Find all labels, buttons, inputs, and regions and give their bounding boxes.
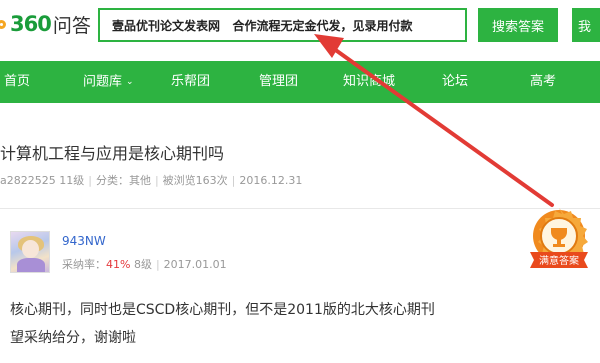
avatar-body — [17, 258, 45, 272]
main-nav: 首页 问题库 ⌄ 乐帮团 管理团 知识商城 论坛 高考 — [0, 61, 600, 103]
meta-separator: | — [88, 174, 92, 187]
nav-item-question-library[interactable]: 问题库 ⌄ — [83, 61, 134, 103]
nav-item-label: 问题库 — [83, 74, 123, 90]
search-answers-button[interactable]: 搜索答案 — [478, 8, 558, 42]
avatar[interactable] — [10, 231, 50, 273]
answerer-level: 8级 — [133, 258, 152, 271]
nav-item-gaokao[interactable]: 高考 — [530, 61, 556, 103]
logo[interactable]: 360 问答 — [0, 10, 91, 38]
nav-item-helper-group[interactable]: 乐帮团 — [171, 61, 210, 103]
logo-text: 问答 — [52, 14, 91, 37]
question-title: 计算机工程与应用是核心期刊吗 — [0, 144, 225, 163]
asker-name[interactable]: a2822525 — [0, 174, 56, 187]
avatar-face — [22, 240, 39, 258]
meta-separator: | — [155, 258, 160, 271]
answerer-name[interactable]: 943NW — [62, 234, 106, 248]
ask-question-button[interactable]: 我 — [572, 8, 600, 42]
nav-item-label: 首页 — [4, 74, 31, 89]
answer-line: 望采纳给分，谢谢啦 — [10, 330, 136, 346]
asker-level: 11级 — [59, 174, 85, 187]
question-date: 2016.12.31 — [239, 174, 303, 187]
answer-date: 2017.01.01 — [163, 258, 227, 271]
page: 360 问答 搜索答案 我 首页 问题库⌄ 乐帮团 管理团 知识商城 论坛 高考… — [0, 0, 600, 363]
question-views: 被浏览163次 — [162, 174, 228, 187]
question-category[interactable]: 分类：其他 — [96, 174, 151, 187]
meta-separator: | — [154, 174, 159, 187]
answer-line: 核心期刊，同时也是CSCD核心期刊，但不是2011版的北大核心期刊 — [10, 302, 435, 318]
nav-item-label: 高考 — [530, 74, 557, 89]
divider — [0, 208, 600, 209]
answer-body: 核心期刊，同时也是CSCD核心期刊，但不是2011版的北大核心期刊 望采纳给分，… — [10, 296, 435, 352]
search-box — [98, 8, 467, 42]
nav-item-knowledge-mall[interactable]: 知识商城 — [343, 61, 395, 103]
header: 360 问答 搜索答案 我 — [0, 0, 600, 48]
nav-item-admin-group[interactable]: 管理团 — [259, 61, 298, 103]
nav-item-forum[interactable]: 论坛 — [442, 61, 468, 103]
search-input[interactable] — [100, 10, 465, 40]
nav-item-label: 知识商城 — [343, 74, 396, 89]
meta-separator: | — [231, 174, 236, 187]
adoption-rate-label: 采纳率： — [62, 258, 106, 271]
adoption-rate-value: 41% — [106, 258, 131, 271]
answerer-meta: 采纳率：41% 8级 | 2017.01.01 — [62, 256, 227, 272]
nav-item-label: 乐帮团 — [171, 74, 211, 89]
logo-number: 360 — [10, 12, 52, 36]
nav-item-label: 管理团 — [259, 74, 299, 89]
satisfied-answer-badge-icon: 满意答案 — [530, 208, 588, 268]
nav-item-label: 论坛 — [442, 74, 469, 89]
question-meta: a2822525 11级 | 分类：其他 | 被浏览163次 | 2016.12.31 — [0, 172, 302, 188]
logo-ring-icon — [0, 19, 6, 29]
badge-label: 满意答案 — [539, 254, 579, 267]
chevron-down-icon: ⌄ — [126, 77, 134, 87]
nav-item-home[interactable]: 首页 — [4, 61, 30, 103]
